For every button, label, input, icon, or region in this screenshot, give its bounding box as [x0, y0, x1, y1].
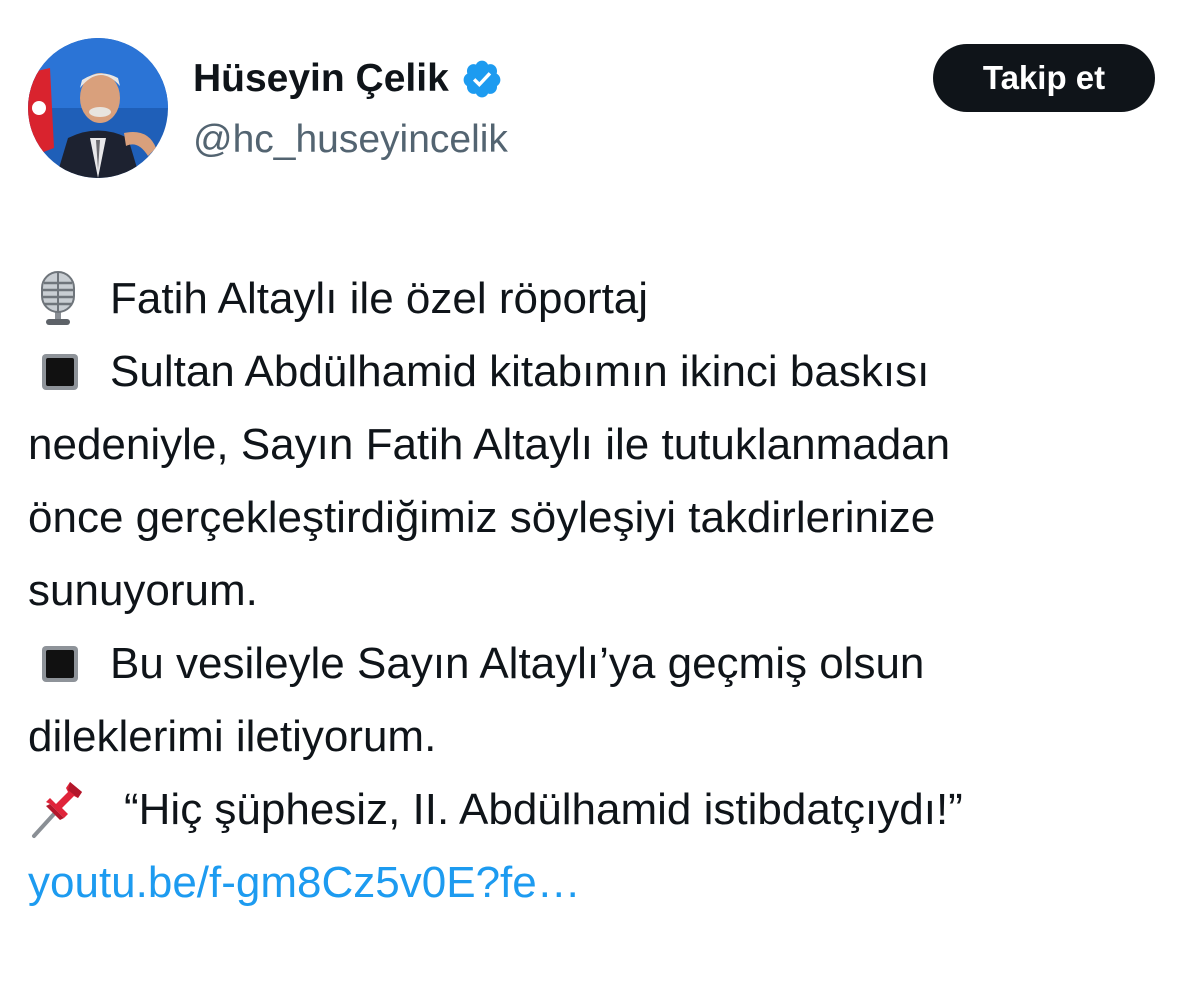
tweet-line-text: “Hiç şüphesiz, II. Abdülhamid istibdatçı…	[124, 785, 963, 834]
black-square-icon	[42, 353, 78, 390]
black-square-icon	[42, 645, 78, 682]
tweet-link-line: youtu.be/f-gm8Cz5v0E?fe…	[28, 846, 1168, 919]
tweet-line-text: Fatih Altaylı ile özel röportaj	[110, 274, 649, 323]
author-handle[interactable]: @hc_huseyincelik	[193, 116, 508, 164]
tweet-link[interactable]: youtu.be/f-gm8Cz5v0E?fe…	[28, 858, 581, 907]
tweet-line: Sultan Abdülhamid kitabımın ikinci baskı…	[28, 335, 1168, 408]
microphone-icon	[41, 270, 75, 325]
tweet-line-text: Sultan Abdülhamid kitabımın ikinci baskı…	[110, 347, 930, 396]
tweet-line-text: Bu vesileyle Sayın Altaylı’ya geçmiş ols…	[110, 639, 925, 688]
tweet-line: nedeniyle, Sayın Fatih Altaylı ile tutuk…	[28, 420, 951, 469]
tweet-text: Fatih Altaylı ile özel röportaj Sultan A…	[28, 262, 1168, 919]
verified-badge-icon[interactable]	[461, 58, 503, 100]
tweet-line: Bu vesileyle Sayın Altaylı’ya geçmiş ols…	[28, 627, 1168, 700]
tweet-line: dileklerimi iletiyorum.	[28, 712, 437, 761]
tweet-line: önce gerçekleştirdiğimiz söyleşiyi takdi…	[28, 493, 936, 542]
avatar[interactable]	[28, 38, 168, 178]
avatar-photo	[28, 38, 168, 178]
tweet-line: “Hiç şüphesiz, II. Abdülhamid istibdatçı…	[28, 773, 1168, 846]
follow-button[interactable]: Takip et	[933, 44, 1155, 112]
tweet-line: sunuyorum.	[28, 566, 258, 615]
pushpin-icon	[32, 781, 82, 838]
tweet-line: Fatih Altaylı ile özel röportaj	[28, 262, 1168, 335]
author-name-row: Hüseyin Çelik	[193, 55, 503, 103]
author-display-name[interactable]: Hüseyin Çelik	[193, 55, 449, 103]
